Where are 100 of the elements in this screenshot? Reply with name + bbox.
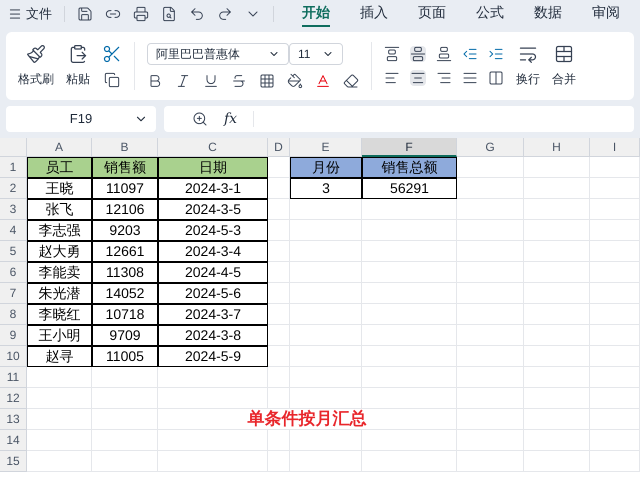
column-header[interactable]: B — [92, 138, 158, 157]
sheet-cell[interactable] — [268, 430, 290, 451]
formula-bar[interactable]: fx — [164, 106, 634, 132]
sheet-cell[interactable] — [268, 388, 290, 409]
row-header[interactable]: 5 — [0, 241, 27, 262]
sheet-cell[interactable] — [590, 220, 640, 241]
sheet-cell[interactable] — [590, 430, 640, 451]
undo-icon[interactable] — [189, 6, 205, 22]
ribbon-tab[interactable]: 数据 — [534, 2, 562, 26]
name-box[interactable]: F19 — [6, 106, 156, 132]
sheet-cell[interactable] — [92, 430, 158, 451]
menu-icon[interactable] — [8, 7, 22, 21]
sheet-cell[interactable] — [362, 220, 457, 241]
column-header[interactable]: C — [158, 138, 268, 157]
column-header[interactable]: E — [290, 138, 362, 157]
sheet-cell[interactable] — [457, 304, 524, 325]
sheet-cell[interactable] — [290, 220, 362, 241]
indent-decrease-icon[interactable] — [462, 46, 478, 62]
italic-icon[interactable] — [175, 73, 191, 89]
sheet-cell[interactable] — [457, 283, 524, 304]
column-header[interactable]: G — [457, 138, 524, 157]
sheet-cell[interactable] — [457, 325, 524, 346]
sheet-cell[interactable] — [457, 388, 524, 409]
sheet-cell[interactable] — [457, 430, 524, 451]
column-header[interactable]: H — [524, 138, 590, 157]
sheet-cell[interactable] — [268, 367, 290, 388]
sheet-cell[interactable] — [524, 451, 590, 472]
row-header[interactable]: 12 — [0, 388, 27, 409]
row-header[interactable]: 7 — [0, 283, 27, 304]
sheet-cell[interactable] — [158, 430, 268, 451]
row-header[interactable]: 14 — [0, 430, 27, 451]
wrap-text-button[interactable]: 换行 — [516, 70, 540, 88]
print-icon[interactable] — [133, 6, 149, 22]
sheet-cell[interactable] — [590, 262, 640, 283]
sheet-cell[interactable] — [590, 157, 640, 178]
row-header[interactable]: 6 — [0, 262, 27, 283]
sheet-cell[interactable] — [27, 451, 92, 472]
scissors-icon[interactable] — [102, 44, 122, 64]
sheet-cell[interactable] — [457, 262, 524, 283]
sheet-cell[interactable] — [92, 388, 158, 409]
eraser-icon[interactable] — [343, 73, 359, 89]
align-center-icon[interactable] — [410, 70, 426, 86]
sheet-cell[interactable] — [590, 367, 640, 388]
sheet-cell[interactable] — [524, 178, 590, 199]
sheet-cell[interactable] — [524, 199, 590, 220]
sheet-cell[interactable] — [158, 388, 268, 409]
row-header[interactable]: 1 — [0, 157, 27, 178]
sheet-cell[interactable] — [524, 325, 590, 346]
sheet-cell[interactable] — [590, 199, 640, 220]
function-label[interactable]: fx — [224, 108, 238, 130]
sheet-cell[interactable] — [362, 388, 457, 409]
sheet-cell[interactable] — [362, 262, 457, 283]
ribbon-tab[interactable]: 开始 — [302, 2, 330, 26]
sheet-cell[interactable] — [524, 241, 590, 262]
align-right-icon[interactable] — [436, 70, 452, 86]
sheet-cell[interactable] — [92, 451, 158, 472]
ribbon-tab[interactable]: 页面 — [418, 2, 446, 26]
sheet-cell[interactable] — [27, 388, 92, 409]
ribbon-tab[interactable]: 插入 — [360, 2, 388, 26]
sheet-cell[interactable] — [590, 346, 640, 367]
row-header[interactable]: 11 — [0, 367, 27, 388]
sheet-cell[interactable] — [524, 304, 590, 325]
sheet-cell[interactable] — [524, 262, 590, 283]
column-header[interactable]: A — [27, 138, 92, 157]
sheet-cell[interactable] — [457, 451, 524, 472]
sheet-cell[interactable] — [290, 283, 362, 304]
sheet-cell[interactable] — [524, 430, 590, 451]
indent-increase-icon[interactable] — [488, 46, 504, 62]
sheet-cell[interactable] — [590, 241, 640, 262]
sheet-cell[interactable] — [290, 451, 362, 472]
strikethrough-icon[interactable] — [231, 73, 247, 89]
sheet-cell[interactable] — [290, 262, 362, 283]
distribute-icon[interactable] — [488, 70, 504, 86]
align-top-icon[interactable] — [384, 46, 400, 62]
sheet-cell[interactable] — [524, 346, 590, 367]
sheet-cell[interactable] — [524, 283, 590, 304]
fill-color-icon[interactable] — [287, 73, 303, 89]
sheet-cell[interactable] — [524, 220, 590, 241]
sheet-cell[interactable] — [290, 304, 362, 325]
sheet-cell[interactable] — [590, 325, 640, 346]
sheet-cell[interactable] — [290, 388, 362, 409]
align-left-icon[interactable] — [384, 70, 400, 86]
font-color-icon[interactable] — [315, 73, 331, 89]
redo-icon[interactable] — [217, 6, 233, 22]
paste-button[interactable]: 粘贴 — [66, 70, 90, 88]
row-header[interactable]: 3 — [0, 199, 27, 220]
sheet-cell[interactable] — [590, 178, 640, 199]
sheet-cell[interactable] — [362, 451, 457, 472]
sheet-cell[interactable] — [362, 430, 457, 451]
sheet-cell[interactable] — [590, 388, 640, 409]
sheet-cell[interactable] — [268, 451, 290, 472]
select-all-corner[interactable] — [0, 138, 27, 157]
row-header[interactable]: 9 — [0, 325, 27, 346]
sheet-cell[interactable] — [524, 367, 590, 388]
sheet-cell[interactable] — [590, 409, 640, 430]
row-header[interactable]: 8 — [0, 304, 27, 325]
merge-button[interactable]: 合并 — [552, 70, 576, 88]
sheet-cell[interactable] — [524, 409, 590, 430]
sheet-cell[interactable] — [590, 283, 640, 304]
sheet-cell[interactable] — [524, 388, 590, 409]
